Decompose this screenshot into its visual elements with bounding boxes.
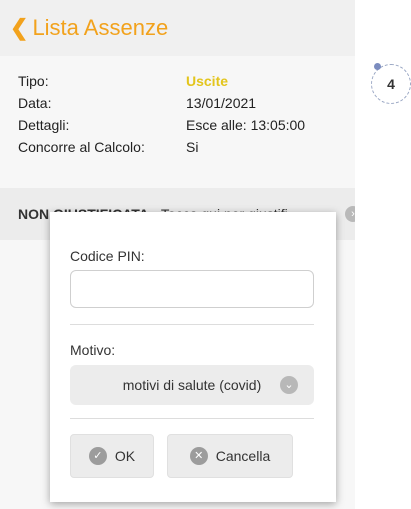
justify-dialog: Codice PIN: Motivo: motivi di salute (co… [50, 212, 336, 502]
cancel-label: Cancella [215, 448, 271, 464]
tipo-value: Uscite [186, 73, 229, 89]
detail-row-dettagli: Dettagli: Esce alle: 13:05:00 [18, 114, 348, 136]
dettagli-label: Dettagli: [18, 117, 70, 133]
motivo-value: motivi di salute (covid) [122, 377, 262, 393]
badge-number: 4 [387, 76, 395, 92]
header: ❮ Lista Assenze [0, 0, 355, 56]
chevron-right-icon[interactable]: › [345, 206, 355, 222]
back-button[interactable]: ❮ Lista Assenze [0, 15, 168, 41]
detail-row-tipo: Tipo: Uscite [18, 70, 348, 92]
badge-dot [374, 63, 381, 70]
cancel-button[interactable]: ✕ Cancella [167, 434, 293, 478]
step-badge: 4 [371, 63, 411, 104]
divider [70, 418, 314, 419]
pin-input[interactable] [70, 270, 314, 308]
ok-label: OK [114, 448, 136, 464]
close-icon: ✕ [189, 447, 208, 465]
ok-button[interactable]: ✓ OK [70, 434, 154, 478]
dettagli-value: Esce alle: 13:05:00 [186, 117, 306, 133]
concorre-value: Si [186, 139, 199, 155]
motivo-label: Motivo: [70, 342, 116, 358]
pin-label: Codice PIN: [70, 248, 145, 264]
detail-row-concorre: Concorre al Calcolo: Si [18, 136, 348, 158]
concorre-label: Concorre al Calcolo: [18, 139, 145, 155]
data-value: 13/01/2021 [186, 95, 257, 111]
check-icon: ✓ [88, 447, 107, 465]
absence-details: Tipo: Uscite Data: 13/01/2021 Dettagli: … [18, 70, 348, 158]
motivo-select[interactable]: motivi di salute (covid) ⌄ [70, 365, 314, 405]
page-title: Lista Assenze [32, 15, 169, 40]
tipo-label: Tipo: [18, 73, 49, 89]
chevron-down-icon: ⌄ [280, 376, 298, 394]
divider [70, 324, 314, 325]
detail-row-data: Data: 13/01/2021 [18, 92, 348, 114]
chevron-left-icon: ❮ [10, 15, 29, 40]
data-label: Data: [18, 95, 52, 111]
